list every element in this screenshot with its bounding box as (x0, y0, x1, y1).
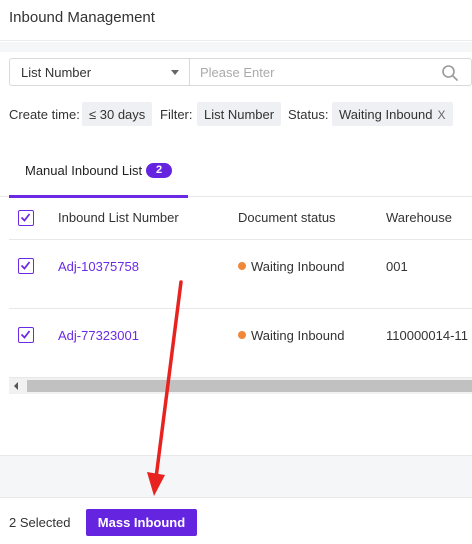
table-row: Adj-77323001 Waiting Inbound 110000014-1… (9, 309, 472, 378)
document-status: Waiting Inbound (238, 328, 344, 343)
page-header: Inbound Management (0, 0, 472, 41)
column-header-warehouse[interactable]: Warehouse (386, 210, 452, 225)
status-text: Waiting Inbound (251, 259, 345, 274)
search-input[interactable] (200, 63, 435, 82)
search-field-select[interactable]: List Number (9, 58, 189, 86)
inbound-list-number-link[interactable]: Adj-10375758 (58, 259, 139, 274)
search-field-value: List Number (21, 65, 92, 80)
inbound-management-page: Inbound Management List Number Create ti… (0, 0, 472, 544)
search-icon[interactable] (441, 64, 459, 82)
status-chip[interactable]: Waiting Inbound X (332, 102, 453, 126)
warehouse-value: 001 (386, 259, 408, 274)
inbound-list-number-link[interactable]: Adj-77323001 (58, 328, 139, 343)
row-checkbox[interactable] (18, 327, 34, 343)
create-time-chip[interactable]: ≤ 30 days (82, 102, 153, 126)
search-input-wrapper (189, 58, 472, 86)
status-text: Waiting Inbound (251, 328, 345, 343)
selected-count: 2 Selected (9, 515, 71, 530)
search-bar: List Number (9, 58, 472, 86)
scrollbar-thumb[interactable] (27, 380, 472, 392)
list-tabs: Manual Inbound List 2 (0, 141, 472, 198)
tab-label: Manual Inbound List (25, 163, 143, 178)
close-icon[interactable]: X (437, 108, 445, 122)
filter-chip[interactable]: List Number (197, 102, 282, 126)
column-header-document-status[interactable]: Document status (238, 210, 336, 225)
header-divider-band (0, 42, 472, 52)
create-time-label: Create time: (9, 107, 80, 122)
active-filters: Create time: ≤ 30 days Filter: List Numb… (9, 102, 472, 126)
count-badge: 2 (146, 163, 172, 178)
page-title: Inbound Management (9, 9, 155, 26)
caret-down-icon (171, 70, 179, 75)
checkbox-checked-icon (20, 261, 31, 270)
filter-label: Filter: (160, 107, 193, 122)
status-dot (238, 331, 246, 339)
status-chip-label: Waiting Inbound (339, 107, 433, 122)
checkbox-checked-icon (20, 330, 31, 339)
table-row: Adj-10375758 Waiting Inbound 001 (9, 240, 472, 309)
checkbox-checked-icon (20, 213, 31, 222)
horizontal-scrollbar[interactable] (9, 378, 472, 394)
tab-manual-inbound-list[interactable]: Manual Inbound List 2 (9, 141, 188, 198)
bulk-action-bar: 2 Selected Mass Inbound (0, 499, 472, 544)
row-checkbox[interactable] (18, 258, 34, 274)
warehouse-value: 110000014-11 (386, 328, 468, 343)
status-dot (238, 262, 246, 270)
status-label: Status: (288, 107, 329, 122)
mass-inbound-button[interactable]: Mass Inbound (86, 509, 197, 536)
column-header-list-number[interactable]: Inbound List Number (58, 210, 179, 225)
document-status: Waiting Inbound (238, 259, 344, 274)
footer-spacer (0, 455, 472, 498)
select-all-checkbox[interactable] (18, 210, 34, 226)
scroll-left-icon[interactable] (14, 382, 18, 390)
table-header: Inbound List Number Document status Ware… (9, 197, 472, 240)
